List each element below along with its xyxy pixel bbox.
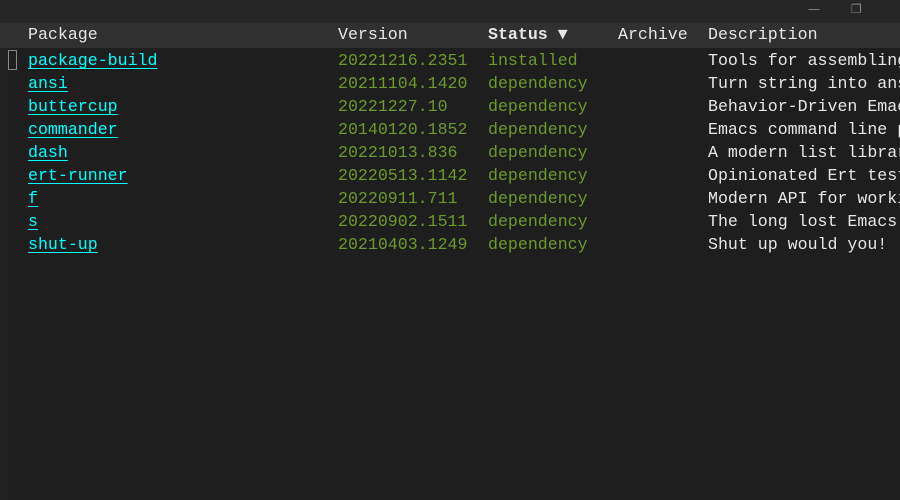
- package-description: Modern API for worki: [708, 189, 900, 208]
- package-status: dependency: [488, 120, 588, 139]
- package-name-link[interactable]: buttercup: [28, 97, 118, 116]
- package-version: 20140120.1852: [338, 120, 468, 139]
- package-version: 20221216.2351: [338, 51, 468, 70]
- table-row: s 20220902.1511 dependency The long lost Em…: [0, 210, 900, 233]
- package-name-link[interactable]: commander: [28, 120, 118, 139]
- column-header-status[interactable]: Status ▼: [488, 25, 568, 44]
- package-status: dependency: [488, 74, 588, 93]
- package-status: installed: [488, 51, 578, 70]
- package-description: Behavior-Driven Emac: [708, 97, 900, 116]
- package-status: dependency: [488, 143, 588, 162]
- package-name-link[interactable]: dash: [28, 143, 68, 162]
- table-row: shut-up 20210403.1249 dependency Shut up wo…: [0, 233, 900, 256]
- package-status: dependency: [488, 189, 588, 208]
- package-version: 20210403.1249: [338, 235, 468, 254]
- package-name-link[interactable]: f: [28, 189, 38, 208]
- column-header-archive[interactable]: Archive: [618, 25, 688, 44]
- package-description: Turn string into ans: [708, 74, 900, 93]
- table-row: ansi 20211104.1420 dependency Turn string i…: [0, 72, 900, 95]
- table-row: buttercup 20221227.10 dependency Behavior-D…: [0, 95, 900, 118]
- package-name-link[interactable]: shut-up: [28, 235, 98, 254]
- package-version: 20220902.1511: [338, 212, 468, 231]
- package-version: 20221013.836: [338, 143, 458, 162]
- package-status: dependency: [488, 97, 588, 116]
- column-header-description[interactable]: Description: [708, 25, 818, 44]
- restore-icon[interactable]: ❐: [851, 2, 862, 16]
- table-row: dash 20221013.836 dependency A modern list …: [0, 141, 900, 164]
- package-name-link[interactable]: s: [28, 212, 38, 231]
- table-row: f 20220911.711 dependency Modern API for wo…: [0, 187, 900, 210]
- package-description: Shut up would you!: [708, 235, 888, 254]
- package-description: The long lost Emacs: [708, 212, 900, 231]
- package-description: Opinionated Ert test: [708, 166, 900, 185]
- package-version: 20220513.1142: [338, 166, 468, 185]
- table-row: package-build 20221216.2351 installed Tools…: [0, 49, 900, 72]
- package-status: dependency: [488, 212, 588, 231]
- package-status: dependency: [488, 166, 588, 185]
- package-version: 20221227.10: [338, 97, 448, 116]
- package-name-link[interactable]: package-build: [28, 51, 157, 70]
- package-status: dependency: [488, 235, 588, 254]
- package-name-link[interactable]: ansi: [28, 74, 68, 93]
- title-bar: — ❐: [0, 0, 900, 23]
- package-version: 20211104.1420: [338, 74, 468, 93]
- package-description: Tools for assembling: [708, 51, 900, 70]
- table-row: ert-runner 20220513.1142 dependency Opinion…: [0, 164, 900, 187]
- column-header-package[interactable]: Package: [28, 25, 98, 44]
- minimize-icon[interactable]: —: [808, 2, 820, 16]
- package-name-link[interactable]: ert-runner: [28, 166, 128, 185]
- package-description: A modern list librar: [708, 143, 900, 162]
- table-row: commander 20140120.1852 dependency Emacs co…: [0, 118, 900, 141]
- table-header: Package Version Status ▼ Archive Descrip…: [0, 23, 900, 48]
- package-description: Emacs command line p: [708, 120, 900, 139]
- package-version: 20220911.711: [338, 189, 458, 208]
- column-header-version[interactable]: Version: [338, 25, 408, 44]
